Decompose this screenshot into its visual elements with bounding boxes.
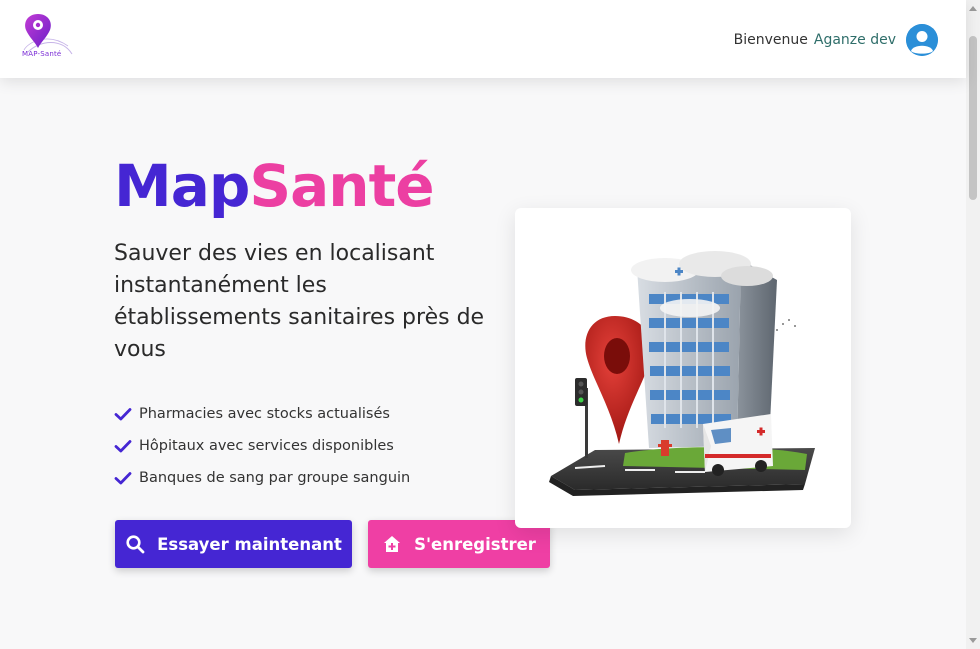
feature-label: Banques de sang par groupe sanguin: [139, 470, 411, 486]
scroll-down-icon[interactable]: [969, 638, 977, 643]
hospital-illustration: [549, 251, 815, 496]
page-scrollbar[interactable]: [966, 0, 980, 649]
hero-title-sante: Santé: [249, 152, 434, 220]
hero-title-map: Map: [114, 152, 250, 220]
navbar: MAP-Santé Bienvenue Aganze dev: [0, 0, 966, 78]
try-now-label: Essayer maintenant: [157, 534, 342, 554]
logo-text: MAP-Santé: [22, 50, 62, 58]
feature-label: Pharmacies avec stocks actualisés: [139, 406, 390, 422]
check-icon: [114, 472, 132, 485]
feature-item: Banques de sang par groupe sanguin: [114, 462, 410, 494]
feature-item: Pharmacies avec stocks actualisés: [114, 398, 410, 430]
scroll-up-icon[interactable]: [969, 6, 977, 11]
logo[interactable]: MAP-Santé: [18, 12, 74, 60]
check-icon: [114, 440, 132, 453]
feature-item: Hôpitaux avec services disponibles: [114, 430, 410, 462]
feature-label: Hôpitaux avec services disponibles: [139, 438, 394, 454]
scroll-thumb[interactable]: [969, 36, 977, 200]
user-name[interactable]: Aganze dev: [814, 32, 896, 48]
try-now-button[interactable]: Essayer maintenant: [115, 520, 352, 568]
feature-list: Pharmacies avec stocks actualisés Hôpita…: [114, 398, 410, 494]
hero-tagline: Sauver des vies en localisant instantané…: [114, 241, 485, 362]
welcome-label: Bienvenue: [733, 32, 808, 48]
user-menu[interactable]: Bienvenue Aganze dev: [734, 24, 938, 56]
register-label: S'enregistrer: [414, 534, 536, 554]
hospital-icon: [384, 536, 401, 552]
search-icon: [126, 535, 145, 554]
hero-title: MapSanté: [114, 150, 435, 222]
check-icon: [114, 408, 132, 421]
hero-illustration: [515, 208, 851, 528]
user-avatar-icon[interactable]: [906, 24, 938, 56]
